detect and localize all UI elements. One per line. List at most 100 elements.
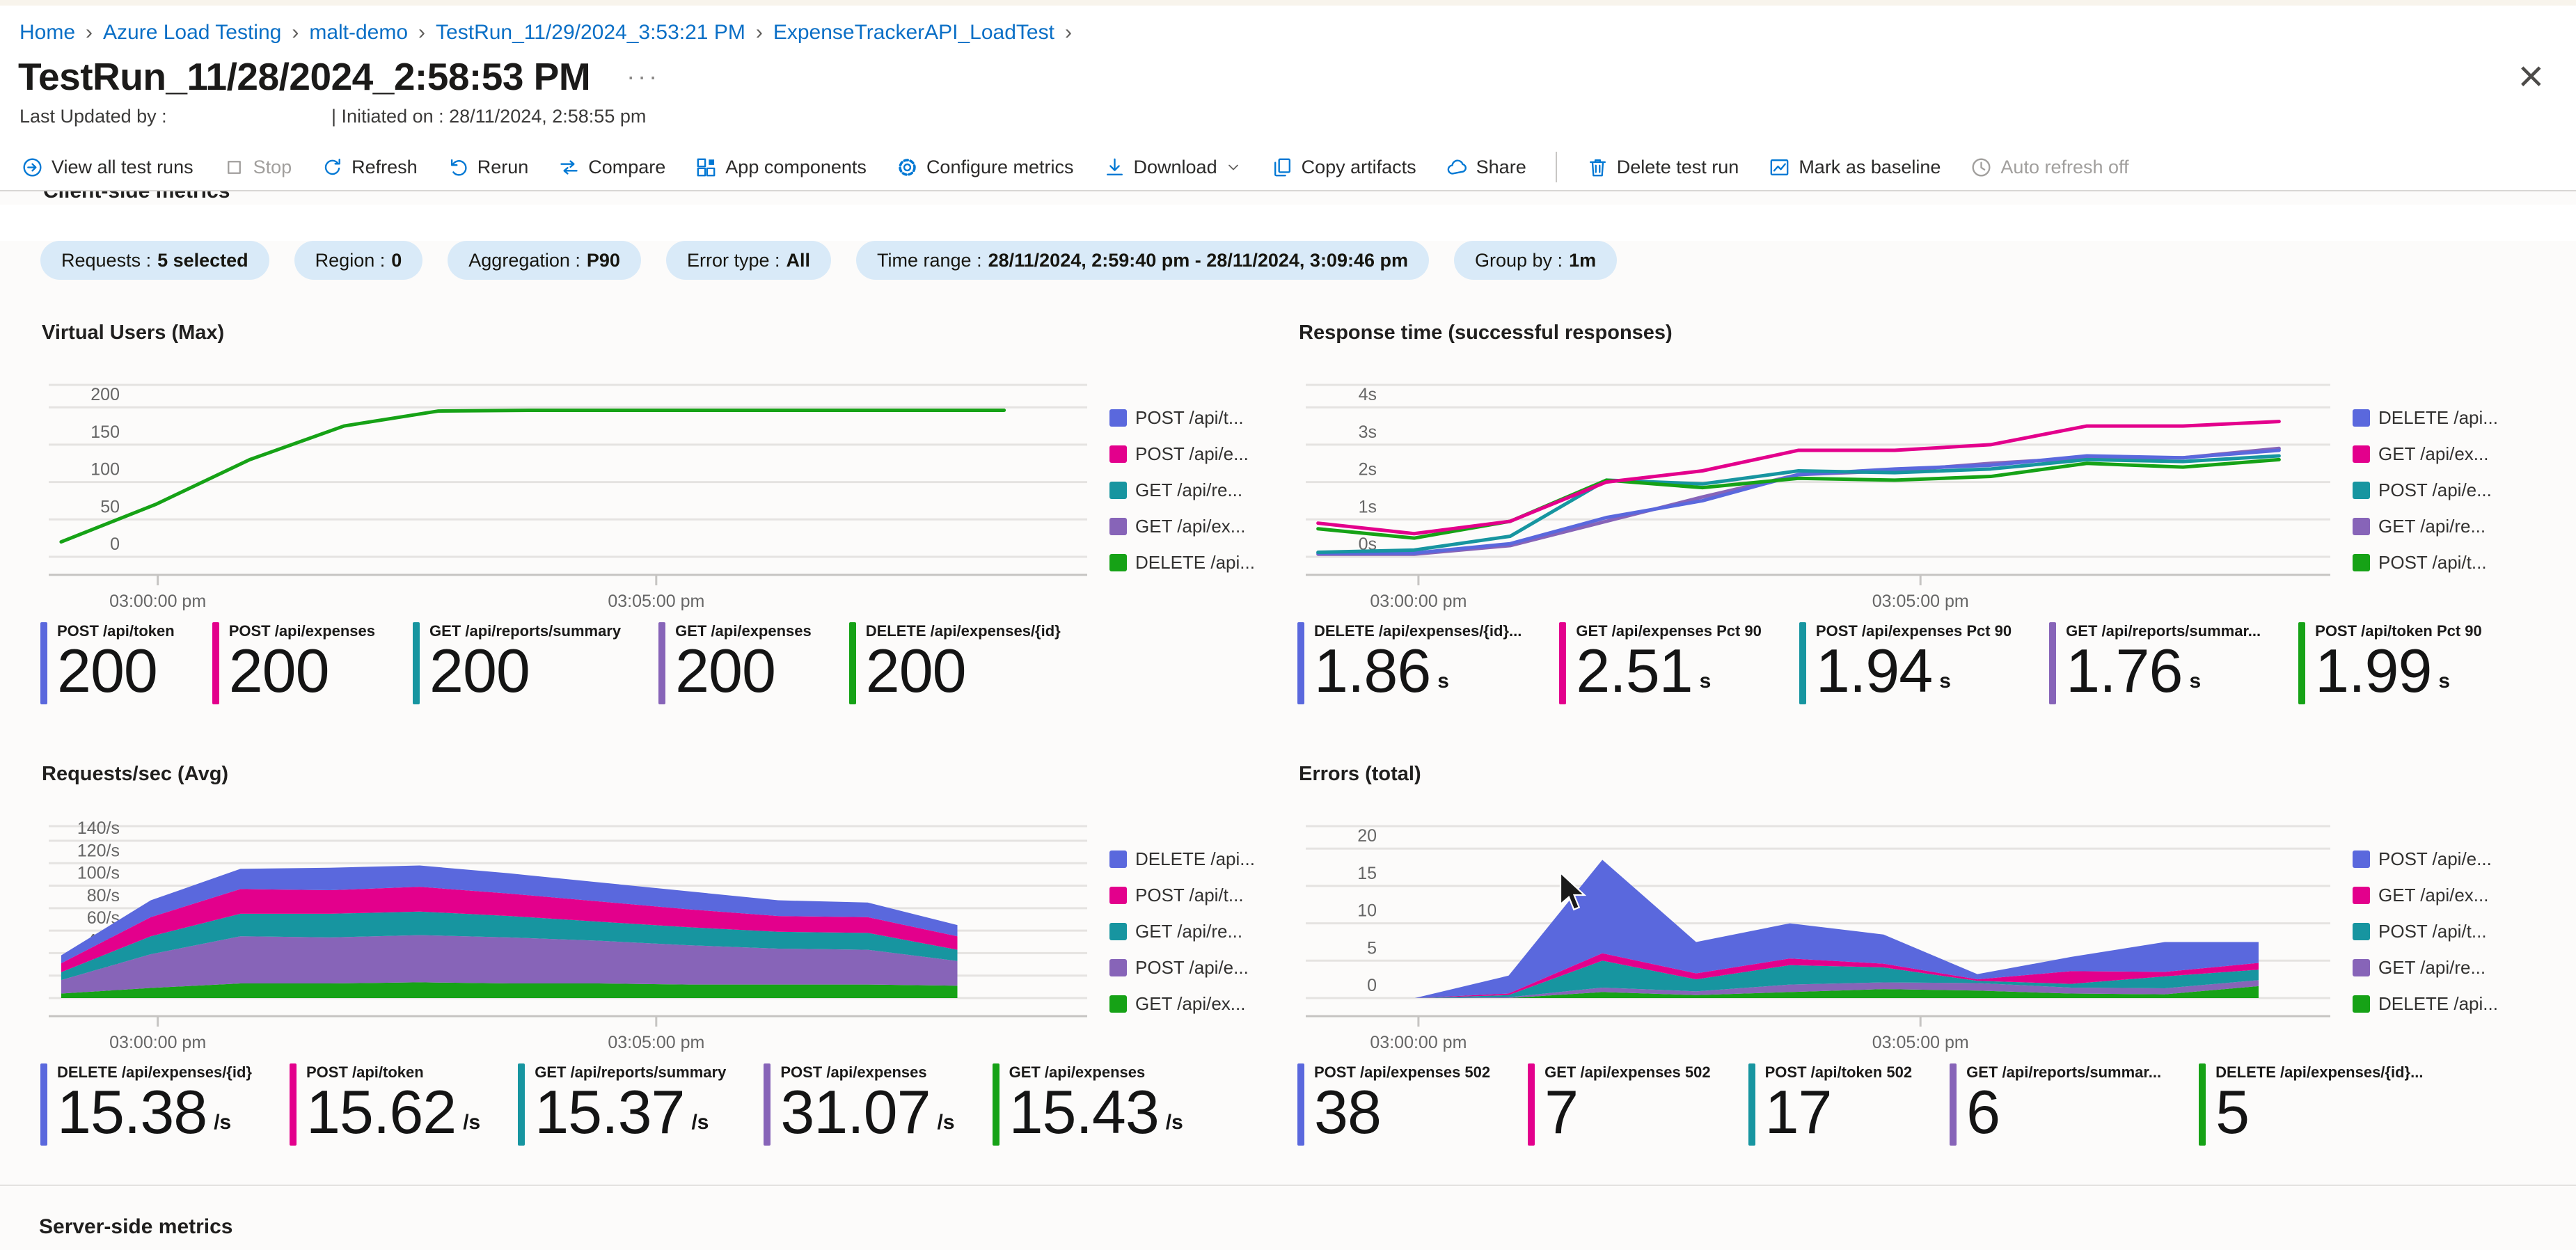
delete-test-run-button[interactable]: Delete test run xyxy=(1586,156,1739,179)
svg-text:15: 15 xyxy=(1357,864,1377,883)
stat-unit: s xyxy=(1939,670,1951,693)
virtual-users-legend: POST /api/t... POST /api/e... GET /api/r… xyxy=(1109,372,1255,612)
last-updated-label: Last Updated by : xyxy=(19,106,331,127)
view-all-test-runs-button[interactable]: View all test runs xyxy=(21,156,193,179)
legend-swatch-icon xyxy=(2353,959,2370,976)
metrics-content: Requests :5 selected Region :0 Aggregati… xyxy=(0,241,2576,1250)
stat-color-bar xyxy=(658,622,665,704)
filter-group-by[interactable]: Group by :1m xyxy=(1454,241,1617,280)
close-button[interactable]: × xyxy=(2514,53,2548,99)
filter-region[interactable]: Region :0 xyxy=(294,241,423,280)
legend-item[interactable]: GET /api/ex... xyxy=(2353,885,2498,906)
stat-color-bar xyxy=(2199,1063,2206,1146)
stat-value: 15.62 xyxy=(306,1082,456,1143)
run-meta: Last Updated by : | Initiated on : 28/11… xyxy=(19,106,2576,127)
breadcrumb-azure-load-testing[interactable]: Azure Load Testing xyxy=(103,21,281,45)
stat-color-bar xyxy=(1748,1063,1755,1146)
auto-refresh-off-button[interactable]: Auto refresh off xyxy=(1970,156,2128,179)
stat-value: 15.37 xyxy=(535,1082,684,1143)
legend-item[interactable]: POST /api/e... xyxy=(1109,957,1255,979)
legend-item[interactable]: DELETE /api... xyxy=(2353,993,2498,1015)
download-icon xyxy=(1103,156,1126,179)
app-components-button[interactable]: App components xyxy=(695,156,867,179)
svg-text:100/s: 100/s xyxy=(77,864,120,883)
stat-card: DELETE /api/expenses/{id} 200 xyxy=(849,622,1061,704)
legend-swatch-icon xyxy=(2353,445,2370,463)
compare-button[interactable]: Compare xyxy=(558,156,665,179)
filter-error-type[interactable]: Error type :All xyxy=(666,241,831,280)
toolbar-label: Copy artifacts xyxy=(1302,157,1416,178)
stat-value: 7 xyxy=(1544,1082,1578,1143)
refresh-icon xyxy=(321,156,344,179)
legend-item[interactable]: POST /api/e... xyxy=(1109,443,1255,465)
legend-label: POST /api/t... xyxy=(1135,407,1244,429)
legend-item[interactable]: GET /api/re... xyxy=(2353,516,2498,537)
download-button[interactable]: Download xyxy=(1103,156,1242,179)
stat-color-bar xyxy=(1799,622,1806,704)
legend-item[interactable]: DELETE /api... xyxy=(2353,407,2498,429)
legend-item[interactable]: POST /api/t... xyxy=(2353,921,2498,942)
legend-swatch-icon xyxy=(2353,923,2370,940)
virtual-users-chart-canvas: 20015010050003:00:00 pm03:05:00 pm xyxy=(40,372,1098,612)
legend-item[interactable]: GET /api/re... xyxy=(1109,921,1255,942)
filter-requests[interactable]: Requests :5 selected xyxy=(40,241,269,280)
legend-item[interactable]: POST /api/e... xyxy=(2353,480,2498,501)
clock-icon xyxy=(1970,156,1993,179)
breadcrumb-malt-demo[interactable]: malt-demo xyxy=(309,21,408,45)
toolbar-label: Configure metrics xyxy=(926,157,1074,178)
legend-label: GET /api/re... xyxy=(1135,480,1242,501)
legend-item[interactable]: POST /api/t... xyxy=(1109,885,1255,906)
mark-as-baseline-button[interactable]: Mark as baseline xyxy=(1768,156,1941,179)
share-button[interactable]: Share xyxy=(1446,156,1526,179)
toolbar-label: Rerun xyxy=(477,157,529,178)
legend-swatch-icon xyxy=(2353,851,2370,868)
more-options-button[interactable]: ··· xyxy=(622,61,664,92)
legend-swatch-icon xyxy=(2353,482,2370,499)
filter-label: Error type : xyxy=(687,250,780,271)
stat-value: 200 xyxy=(429,640,530,702)
configure-metrics-button[interactable]: Configure metrics xyxy=(896,156,1074,179)
baseline-chart-icon xyxy=(1768,156,1791,179)
stat-value: 200 xyxy=(866,640,966,702)
copy-artifacts-button[interactable]: Copy artifacts xyxy=(1271,156,1416,179)
legend-swatch-icon xyxy=(2353,554,2370,571)
svg-text:03:05:00 pm: 03:05:00 pm xyxy=(1872,1033,1969,1052)
legend-item[interactable]: GET /api/re... xyxy=(1109,480,1255,501)
filter-aggregation[interactable]: Aggregation :P90 xyxy=(448,241,641,280)
legend-label: POST /api/t... xyxy=(1135,885,1244,906)
stat-value: 5 xyxy=(2215,1082,2249,1143)
stat-card: POST /api/expenses Pct 90 1.94 s xyxy=(1799,622,2012,704)
legend-item[interactable]: GET /api/ex... xyxy=(1109,993,1255,1015)
legend-swatch-icon xyxy=(2353,995,2370,1013)
refresh-button[interactable]: Refresh xyxy=(321,156,418,179)
legend-item[interactable]: POST /api/t... xyxy=(1109,407,1255,429)
legend-item[interactable]: GET /api/re... xyxy=(2353,957,2498,979)
stat-color-bar xyxy=(40,622,47,704)
stop-button[interactable]: Stop xyxy=(223,156,292,179)
legend-item[interactable]: DELETE /api... xyxy=(1109,848,1255,870)
initiated-on-label: | Initiated on : 28/11/2024, 2:58:55 pm xyxy=(331,106,646,127)
stat-color-bar xyxy=(1559,622,1566,704)
breadcrumb-testrun[interactable]: TestRun_11/29/2024_3:53:21 PM xyxy=(436,21,745,45)
filter-time-range[interactable]: Time range :28/11/2024, 2:59:40 pm - 28/… xyxy=(856,241,1429,280)
breadcrumb-home[interactable]: Home xyxy=(19,21,75,45)
response-time-chart-canvas: 4s3s2s1s0s03:00:00 pm03:05:00 pm xyxy=(1297,372,2341,612)
stat-card: POST /api/expenses 502 38 xyxy=(1297,1063,1490,1146)
charts-grid: Virtual Users (Max) 20015010050003:00:00… xyxy=(0,322,2576,1146)
breadcrumb-loadtest[interactable]: ExpenseTrackerAPI_LoadTest xyxy=(773,21,1054,45)
legend-item[interactable]: POST /api/t... xyxy=(2353,552,2498,573)
stat-card: GET /api/expenses 502 7 xyxy=(1528,1063,1710,1146)
server-side-metrics-heading: Server-side metrics xyxy=(39,1215,2576,1239)
stat-color-bar xyxy=(2298,622,2305,704)
rerun-button[interactable]: Rerun xyxy=(447,156,529,179)
toolbar-label: Refresh xyxy=(351,157,418,178)
chart-errors: Errors (total) 2015105003:00:00 pm03:05:… xyxy=(1297,763,2576,1146)
stat-card: GET /api/expenses 15.43 /s xyxy=(993,1063,1183,1146)
stat-value: 1.94 xyxy=(1816,640,1932,702)
svg-text:0: 0 xyxy=(1367,976,1377,995)
legend-item[interactable]: DELETE /api... xyxy=(1109,552,1255,573)
legend-item[interactable]: GET /api/ex... xyxy=(2353,443,2498,465)
svg-text:4s: 4s xyxy=(1359,385,1377,404)
legend-item[interactable]: POST /api/e... xyxy=(2353,848,2498,870)
legend-item[interactable]: GET /api/ex... xyxy=(1109,516,1255,537)
